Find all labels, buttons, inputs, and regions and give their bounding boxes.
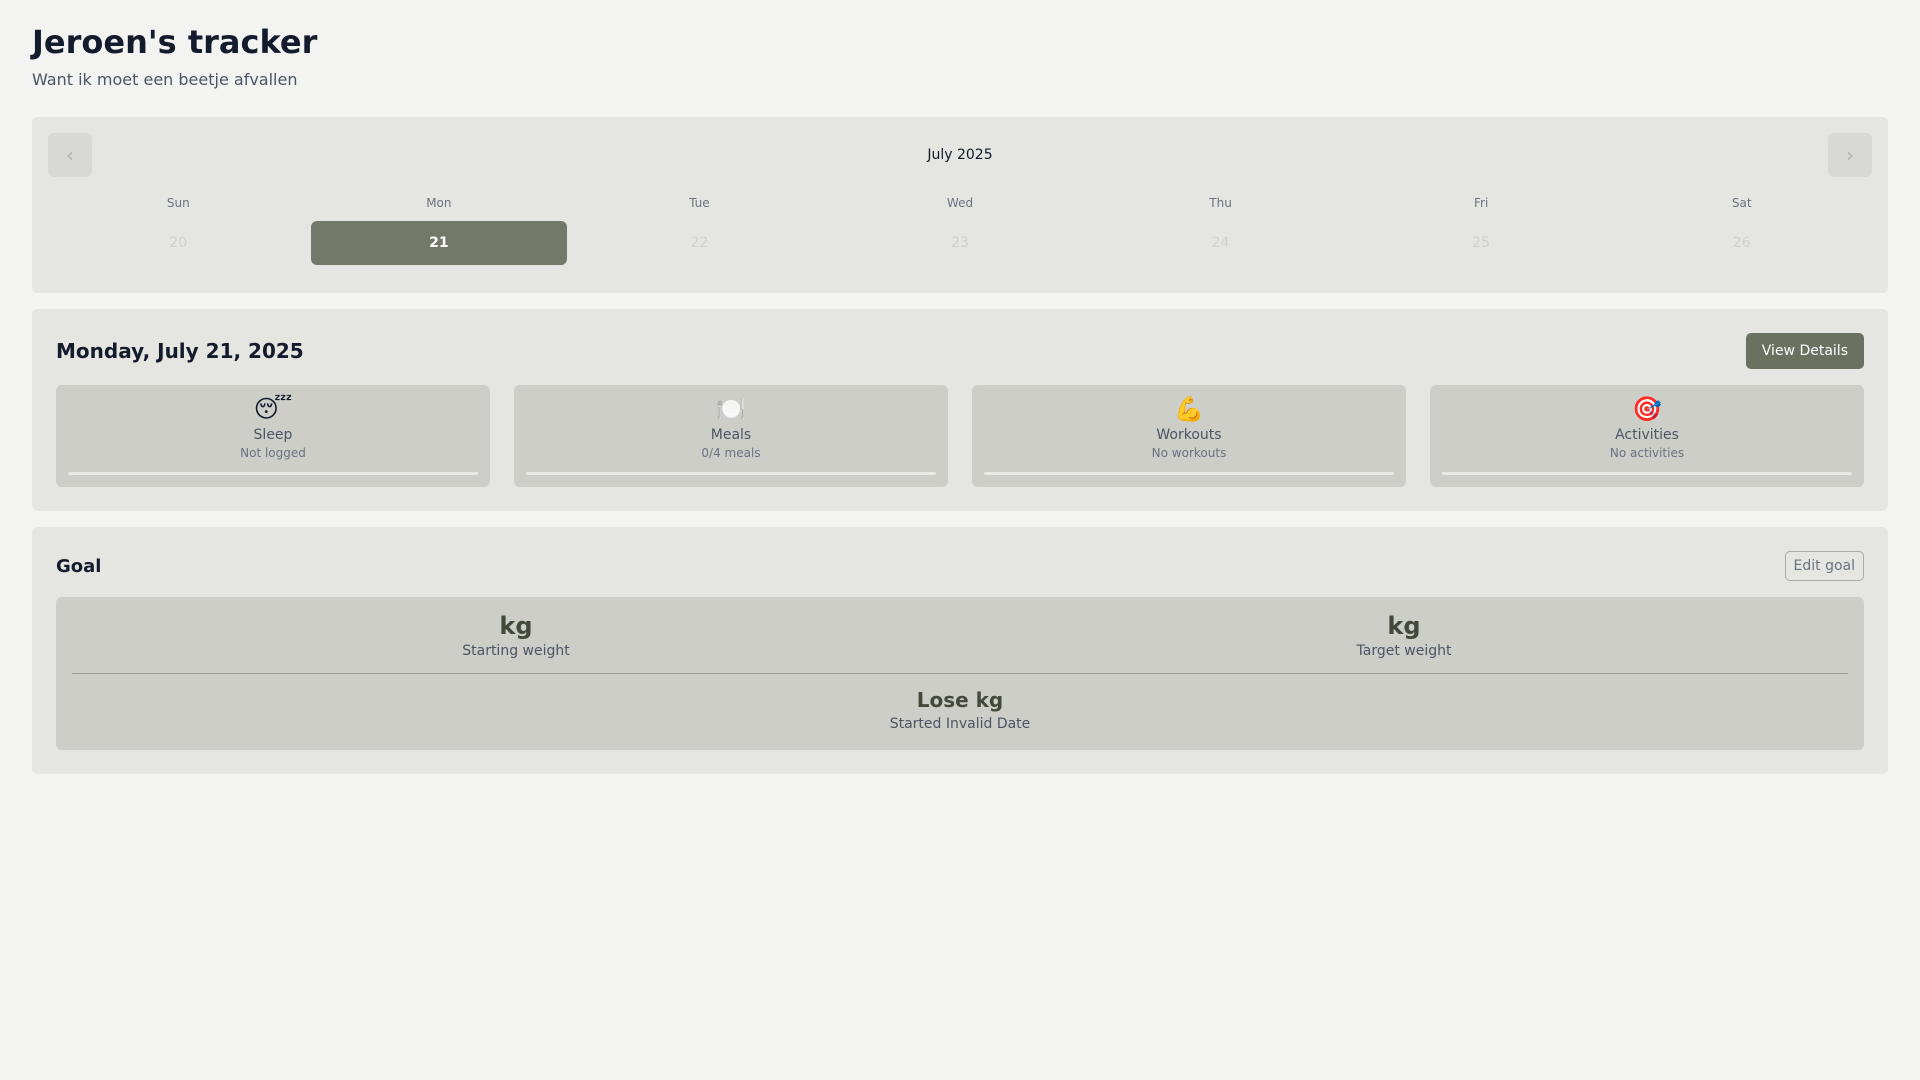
day-cell-21-selected[interactable]: 21 (310, 221, 568, 265)
starting-weight-value: kg (499, 612, 533, 640)
page: Jeroen's tracker Want ik moet een beetje… (0, 0, 1920, 774)
edit-goal-button[interactable]: Edit goal (1784, 551, 1864, 581)
view-details-button[interactable]: View Details (1745, 333, 1864, 369)
day-cell-20[interactable]: 20 (50, 221, 307, 265)
stat-label: Sleep (253, 427, 293, 443)
stat-card-meals[interactable]: 🍽️ Meals 0/4 meals (514, 385, 948, 487)
day-cell-24[interactable]: 24 (1092, 221, 1349, 265)
app-subtitle: Want ik moet een beetje afvallen (32, 70, 298, 89)
weekday-label: Wed (946, 196, 974, 210)
goal-summary: Lose kg Started Invalid Date (72, 686, 1848, 732)
week-calendar: ‹ July 2025 › Sun Mon Tue Wed Thu Fri Sa… (32, 117, 1888, 293)
next-week-button[interactable]: › (1827, 133, 1872, 177)
weekday-label: Fri (1473, 196, 1489, 210)
progress-bar (68, 472, 478, 475)
stat-card-workouts[interactable]: 💪 Workouts No workouts (972, 385, 1406, 487)
sleep-icon: 😴 (253, 395, 293, 423)
stat-value: No workouts (1151, 446, 1227, 460)
progress-bar (984, 472, 1394, 475)
weekday-label: Thu (1209, 196, 1232, 210)
started-date: Started Invalid Date (889, 716, 1031, 732)
stat-label: Meals (710, 427, 752, 443)
day-summary-card: Monday, July 21, 2025 View Details 😴 Sle… (32, 309, 1888, 511)
weekday-label: Tue (689, 196, 710, 210)
weekday-row: Sun Mon Tue Wed Thu Fri Sat (48, 187, 1872, 219)
stat-card-activities[interactable]: 🎯 Activities No activities (1430, 385, 1864, 487)
target-weight-value: kg (1387, 612, 1421, 640)
goal-divider (72, 673, 1848, 674)
day-cell-22[interactable]: 22 (571, 221, 828, 265)
stat-value: 0/4 meals (701, 446, 761, 460)
stat-value: Not logged (240, 446, 306, 460)
starting-weight-caption: Starting weight (462, 643, 570, 659)
stat-card-sleep[interactable]: 😴 Sleep Not logged (56, 385, 490, 487)
day-row: 20 21 22 23 24 25 26 (48, 221, 1872, 265)
chevron-right-icon: › (1845, 143, 1854, 167)
goal-box: kg Starting weight kg Target weight Lose… (56, 597, 1864, 750)
stats-grid: 😴 Sleep Not logged 🍽️ Meals 0/4 meals 💪 … (56, 385, 1864, 487)
goal-header: Goal Edit goal (56, 551, 1864, 581)
stat-value: No activities (1609, 446, 1685, 460)
weekday-label: Mon (426, 196, 452, 210)
day-cell-26[interactable]: 26 (1613, 221, 1870, 265)
target-icon: 🎯 (1632, 395, 1662, 423)
calendar-header: ‹ July 2025 › (48, 133, 1872, 177)
progress-bar (526, 472, 936, 475)
app-title: Jeroen's tracker (32, 23, 318, 61)
stat-label: Workouts (1156, 427, 1222, 443)
progress-bar (1442, 472, 1852, 475)
prev-week-button[interactable]: ‹ (48, 133, 92, 177)
weekday-label: Sun (166, 196, 190, 210)
month-label: July 2025 (927, 147, 993, 163)
goal-weights-row: kg Starting weight kg Target weight (72, 611, 1848, 659)
chevron-left-icon: ‹ (66, 143, 74, 167)
weekday-label: Sat (1731, 196, 1752, 210)
summary-date: Monday, July 21, 2025 (56, 339, 304, 363)
lose-amount: Lose kg (916, 688, 1004, 712)
goal-card: Goal Edit goal kg Starting weight kg Tar… (32, 527, 1888, 774)
summary-header: Monday, July 21, 2025 View Details (56, 333, 1864, 369)
workout-icon: 💪 (1174, 395, 1204, 423)
target-weight-block: kg Target weight (960, 611, 1848, 659)
goal-title: Goal (56, 555, 102, 577)
meals-icon: 🍽️ (716, 395, 746, 423)
target-weight-caption: Target weight (1356, 643, 1452, 659)
day-cell-23[interactable]: 23 (832, 221, 1089, 265)
day-cell-25[interactable]: 25 (1353, 221, 1610, 265)
stat-label: Activities (1615, 427, 1679, 443)
starting-weight-block: kg Starting weight (72, 611, 960, 659)
